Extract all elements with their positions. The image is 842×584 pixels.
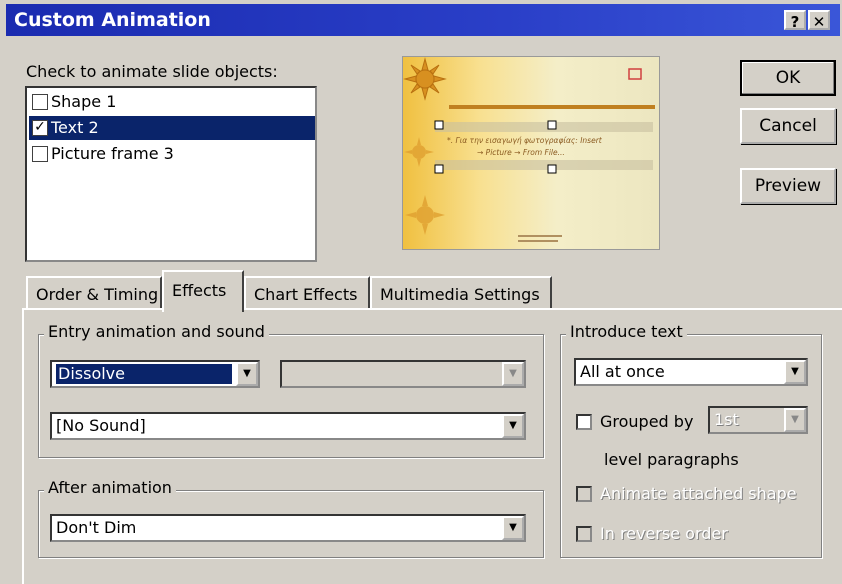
list-item-label: Shape 1	[51, 92, 117, 111]
sun-icon	[405, 195, 445, 235]
help-button[interactable]: ?	[784, 10, 806, 31]
slide-preview: *. Για την εισαγωγή φωτογραφίας: Insert …	[402, 56, 660, 250]
cancel-button[interactable]: Cancel	[740, 108, 836, 144]
entry-effect-select[interactable]: Dissolve ▼	[50, 360, 260, 388]
after-animation-select[interactable]: Don't Dim ▼	[50, 514, 526, 542]
text-box-band	[435, 160, 653, 170]
selection-handle[interactable]	[547, 164, 557, 174]
list-item-picture-frame-3[interactable]: Picture frame 3	[29, 142, 315, 166]
chevron-down-icon[interactable]: ▼	[502, 414, 524, 438]
list-item-label: Picture frame 3	[51, 144, 174, 163]
introduce-text-select[interactable]: All at once ▼	[574, 358, 808, 386]
grouped-level-select: 1st ▼	[708, 406, 808, 434]
tab-chart-effects[interactable]: Chart Effects	[244, 276, 370, 310]
chevron-down-icon[interactable]: ▼	[784, 360, 806, 384]
title-bar[interactable]: Custom Animation ? ✕	[6, 4, 840, 36]
chevron-down-icon: ▼	[784, 408, 806, 432]
checkbox-picture-frame-3[interactable]	[32, 146, 48, 162]
chevron-down-icon: ▼	[502, 362, 524, 386]
list-item-label: Text 2	[51, 118, 99, 137]
checkbox-text-2[interactable]: ✓	[32, 120, 48, 136]
introduce-text-value: All at once	[580, 362, 665, 381]
objects-list-label: Check to animate slide objects:	[26, 62, 278, 81]
introduce-text-label: Introduce text	[566, 322, 687, 341]
list-item-text-2[interactable]: ✓ Text 2	[29, 116, 315, 140]
reverse-order-checkbox	[576, 526, 592, 542]
list-item-shape-1[interactable]: Shape 1	[29, 90, 315, 114]
chevron-down-icon[interactable]: ▼	[502, 516, 524, 540]
custom-animation-dialog: Custom Animation ? ✕ Check to animate sl…	[0, 0, 842, 584]
ok-button[interactable]: OK	[740, 60, 836, 96]
animate-attached-checkbox	[576, 486, 592, 502]
title-bar-line	[449, 105, 655, 109]
level-paragraphs-label: level paragraphs	[604, 450, 739, 469]
tab-effects[interactable]: Effects	[162, 270, 244, 312]
preview-text-line-1: *. Για την εισαγωγή φωτογραφίας: Insert	[447, 136, 603, 145]
slide-objects-list[interactable]: Shape 1 ✓ Text 2 Picture frame 3	[25, 86, 317, 262]
entry-effect-value: Dissolve	[56, 364, 232, 384]
footer-mark	[518, 240, 558, 242]
sound-select[interactable]: [No Sound] ▼	[50, 412, 526, 440]
slide-preview-graphic: *. Για την εισαγωγή φωτογραφίας: Insert …	[403, 57, 655, 242]
preview-text-line-2: → Picture → From File...	[477, 148, 565, 157]
footer-mark	[518, 235, 562, 237]
entry-animation-label: Entry animation and sound	[44, 322, 269, 341]
grouped-by-checkbox[interactable]	[576, 414, 592, 430]
selection-handle[interactable]	[434, 120, 444, 130]
placeholder-marker	[628, 68, 642, 80]
window-title: Custom Animation	[14, 9, 211, 31]
selection-handle[interactable]	[547, 120, 557, 130]
preview-button[interactable]: Preview	[740, 168, 836, 204]
sound-value: [No Sound]	[56, 416, 146, 435]
direction-select: ▼	[280, 360, 526, 388]
checkbox-shape-1[interactable]	[32, 94, 48, 110]
after-animation-label: After animation	[44, 478, 176, 497]
tab-order-timing[interactable]: Order & Timing	[26, 276, 162, 310]
tab-multimedia-settings[interactable]: Multimedia Settings	[370, 276, 552, 310]
grouped-by-label: Grouped by	[600, 412, 694, 431]
reverse-order-label: In reverse order	[600, 524, 728, 543]
animate-attached-label: Animate attached shape	[600, 484, 797, 503]
sun-icon	[404, 137, 434, 167]
sun-icon	[403, 57, 447, 101]
close-button[interactable]: ✕	[808, 10, 830, 31]
selection-handle[interactable]	[434, 164, 444, 174]
grouped-level-value: 1st	[714, 410, 739, 429]
text-box-band	[435, 122, 653, 132]
chevron-down-icon[interactable]: ▼	[236, 362, 258, 386]
after-animation-value: Don't Dim	[56, 518, 137, 537]
